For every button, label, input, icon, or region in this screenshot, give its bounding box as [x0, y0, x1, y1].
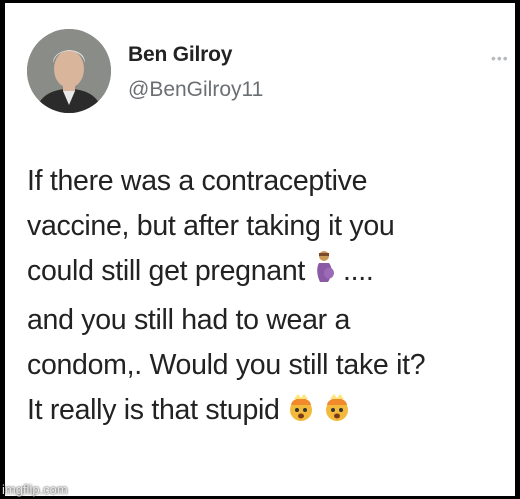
tweet-card: Ben Gilroy @BenGilroy11 ••• If there was… — [5, 3, 515, 496]
author-name[interactable]: Ben Gilroy — [128, 43, 232, 67]
tweet-line: It really is that stupid — [27, 388, 507, 437]
pregnant-woman-emoji — [311, 250, 337, 298]
more-dots-icon[interactable]: ••• — [491, 50, 509, 66]
avatar-image — [27, 29, 111, 113]
tweet-line: condom,. Would you still take it? — [27, 349, 426, 381]
tweet-line: and you still had to wear a — [27, 304, 351, 336]
tweet-line-text: could still get pregnant — [27, 255, 305, 287]
tweet-line-text: It really is that stupid — [27, 394, 280, 426]
author-handle[interactable]: @BenGilroy11 — [128, 78, 263, 102]
exploding-head-emoji — [322, 392, 352, 437]
tweet-text: If there was a contraceptive vaccine, bu… — [27, 159, 507, 437]
tweet-line-ellipsis: .... — [342, 255, 374, 287]
avatar[interactable] — [27, 29, 111, 113]
tweet-line: vaccine, but after taking it you — [27, 210, 395, 242]
tweet-line: If there was a contraceptive — [27, 165, 368, 197]
exploding-head-emoji — [286, 392, 316, 437]
watermark: imgflip.com — [2, 482, 68, 497]
tweet-line: could still get pregnant.... — [27, 249, 507, 298]
